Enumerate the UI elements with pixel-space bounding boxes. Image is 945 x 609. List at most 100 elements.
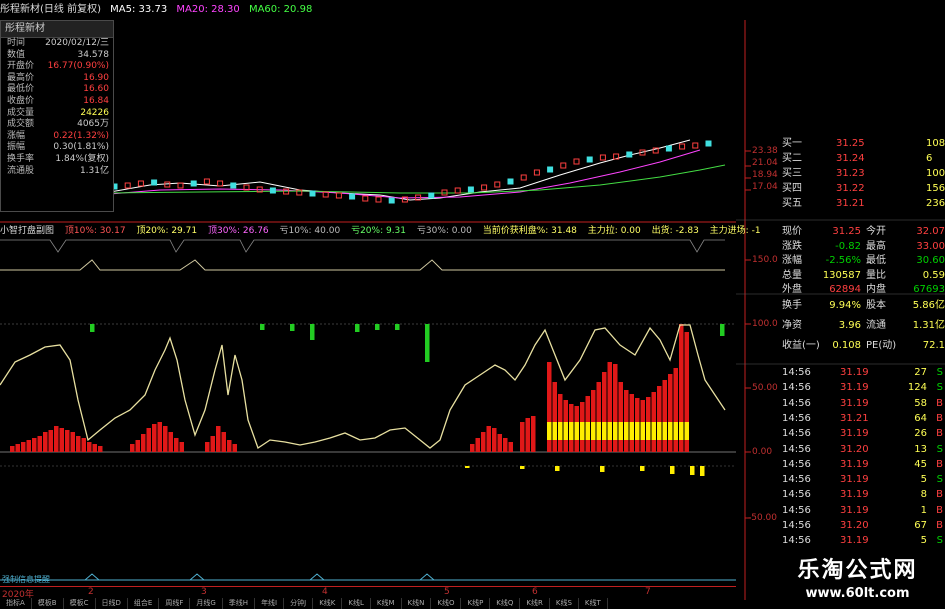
indicator-tab[interactable]: 模板C	[64, 598, 96, 609]
data-window-value: 16.60	[83, 84, 109, 95]
data-window-title: 彤程新材	[1, 21, 113, 38]
candle	[573, 158, 580, 165]
orderbook-label: 买一	[782, 138, 802, 149]
red-bar	[65, 430, 70, 452]
trade-row: 14:56 31.19 58 B	[736, 396, 945, 411]
red-bar	[92, 444, 97, 452]
indicator-tab[interactable]: K线P	[461, 598, 491, 609]
quote-key: 内盘	[866, 284, 886, 295]
red-bar	[130, 444, 135, 452]
quote-value: 32.07	[916, 226, 945, 237]
quote-key: 净资	[782, 320, 802, 331]
indicator-tab[interactable]: 模板B	[32, 598, 64, 609]
data-window-value: 1.84%(复权)	[55, 153, 109, 164]
red-bar	[503, 438, 508, 452]
candle	[599, 154, 606, 161]
quote-value: 1.31亿	[912, 320, 945, 331]
candle	[665, 145, 672, 152]
orderbook-volume: 100	[926, 168, 945, 179]
orderbook-row[interactable]: 买四 31.22 156	[736, 181, 945, 196]
orderbook-price: 31.23	[836, 168, 865, 179]
indicator-name[interactable]: 小智打盘副图	[0, 226, 54, 236]
orderbook-row[interactable]: 买三 31.23 100	[736, 166, 945, 181]
trade-time: 14:56	[782, 443, 811, 455]
indicator-tab[interactable]: K线O	[431, 598, 462, 609]
quote-value: 9.94%	[829, 300, 861, 311]
data-window-value: 2020/02/12/三	[45, 38, 109, 48]
candle	[388, 197, 395, 204]
data-window-key: 收盘价	[7, 95, 35, 106]
indicator-tab[interactable]: K线M	[371, 598, 402, 609]
indicator-tab[interactable]: 分钟J	[284, 598, 314, 609]
indicator-tab[interactable]: 季线H	[223, 598, 256, 609]
candle	[190, 180, 197, 187]
trade-volume: 8	[920, 489, 927, 501]
candle	[164, 181, 171, 188]
orderbook-volume: 236	[926, 198, 945, 209]
indicator-tab[interactable]: K线T	[579, 598, 608, 609]
indicator-tab[interactable]: 日线D	[96, 598, 128, 609]
yellow-bar	[574, 422, 579, 440]
data-window-key: 流通股	[7, 165, 35, 176]
red-bar	[657, 386, 662, 452]
data-window-key: 成交量	[7, 107, 35, 118]
quote-row: 现价 31.25 今开 32.07	[736, 224, 945, 239]
indicator-tab[interactable]: 指标A	[0, 598, 32, 609]
data-window-row: 收盘价 16.84	[1, 96, 113, 108]
indicator-tab[interactable]: 年线I	[255, 598, 285, 609]
yellow-bar	[602, 422, 607, 440]
indicator-tab[interactable]: K线L	[342, 598, 371, 609]
data-window-key: 换手率	[7, 153, 35, 164]
data-window-value: 34.578	[77, 49, 110, 60]
indicator-tab[interactable]: K线K	[313, 598, 343, 609]
candle	[586, 156, 593, 163]
trade-price: 31.19	[840, 397, 869, 409]
data-window-row: 时间 2020/02/12/三	[1, 38, 113, 50]
quote-key: 量比	[866, 269, 886, 281]
orderbook-row[interactable]: 买五 31.21 236	[736, 196, 945, 211]
data-window-row: 开盘价 16.77(0.90%)	[1, 61, 113, 73]
indicator-tab[interactable]: K线N	[402, 598, 432, 609]
indicator-tab[interactable]: K线R	[520, 598, 550, 609]
indicator-tab[interactable]: 周线F	[159, 598, 191, 609]
quote-row: 净资 3.96 流通 1.31亿	[736, 318, 945, 333]
trade-time: 14:56	[782, 382, 811, 394]
trade-side: B	[936, 489, 943, 501]
lower-indicator-label: 强制信息提醒	[2, 575, 50, 584]
data-window[interactable]: 彤程新材 时间 2020/02/12/三 数值 34.578 开盘价 16.77(0.90…	[0, 20, 114, 212]
orderbook-price: 31.25	[836, 138, 865, 149]
data-window-key: 最高价	[7, 72, 35, 83]
trade-time: 14:56	[782, 489, 811, 501]
trade-row: 14:56 31.20 13 S	[736, 442, 945, 457]
trade-volume: 1	[920, 504, 927, 516]
candle	[679, 143, 686, 150]
candle	[151, 179, 158, 186]
quote-value: 3.96	[838, 320, 861, 331]
indicator-tab[interactable]: 组合E	[128, 598, 160, 609]
orderbook-row[interactable]: 买一 31.25 108	[736, 136, 945, 151]
indicator-tab[interactable]: K线Q	[490, 598, 521, 609]
green-bar	[720, 324, 725, 336]
candle	[230, 182, 237, 189]
lower-strip-marks	[84, 573, 435, 581]
yellow-bar	[679, 422, 684, 440]
candle	[520, 174, 527, 181]
green-bar	[310, 324, 315, 340]
red-bar	[486, 426, 491, 452]
green-bar	[375, 324, 380, 330]
green-bar	[90, 324, 95, 332]
trade-time: 14:56	[782, 397, 811, 409]
trade-time: 14:56	[782, 504, 811, 516]
trade-time: 14:56	[782, 428, 811, 440]
quote-key: 外盘	[782, 284, 802, 295]
indicator-tab[interactable]: K线S	[550, 598, 579, 609]
quote-key: 现价	[782, 226, 802, 237]
red-bar	[15, 444, 20, 452]
candle	[203, 178, 210, 185]
candle	[441, 189, 448, 196]
indicator-tab[interactable]: 月线G	[190, 598, 223, 609]
red-bar	[146, 428, 151, 452]
red-bar	[48, 430, 53, 452]
green-bar	[355, 324, 360, 332]
orderbook-row[interactable]: 买二 31.24 6	[736, 151, 945, 166]
